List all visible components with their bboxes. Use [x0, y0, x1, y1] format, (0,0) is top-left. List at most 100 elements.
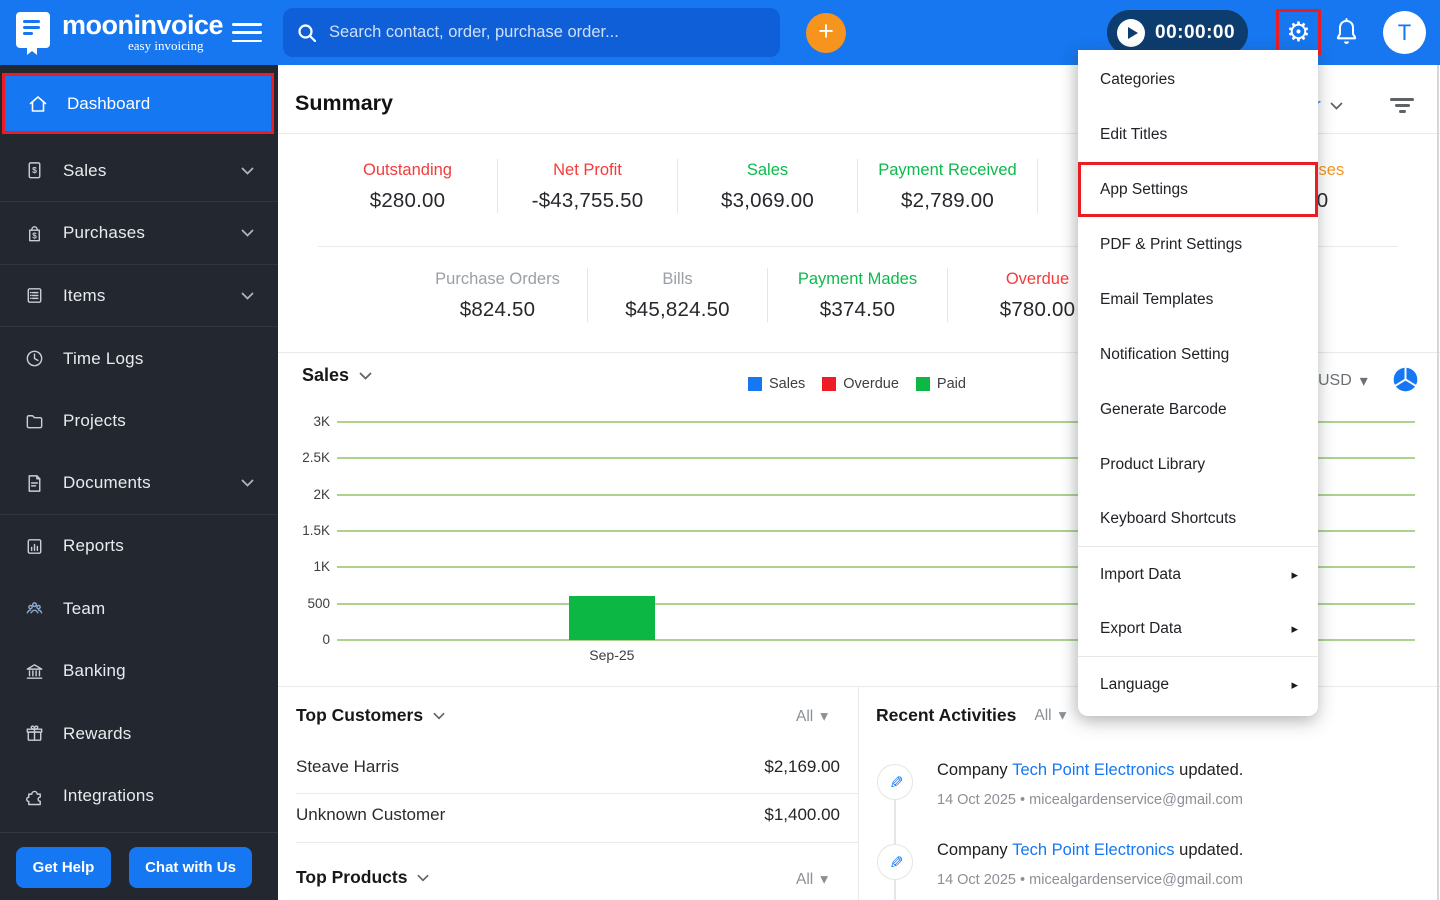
settings-gear-highlight-box[interactable]: ⚙	[1276, 9, 1321, 55]
stat-payment-received: Payment Received $2,789.00	[858, 159, 1038, 213]
sidebar-item-projects[interactable]: Projects	[0, 390, 278, 452]
sidebar-item-banking[interactable]: Banking	[0, 640, 278, 702]
plus-icon: +	[818, 16, 834, 46]
chevron-down-icon	[1330, 102, 1343, 110]
menu-item-app-settings[interactable]: App Settings	[1078, 162, 1318, 217]
brand-name: mooninvoice	[62, 10, 224, 40]
sales-chart-title: Sales	[302, 365, 350, 385]
brand-logo[interactable]: mooninvoice easy invoicing	[14, 10, 224, 56]
paid-bar	[568, 595, 655, 640]
sidebar-item-purchases[interactable]: $ Purchases	[0, 203, 278, 265]
notifications-bell-icon[interactable]	[1333, 17, 1360, 47]
customer-row[interactable]: Unknown Customer $1,400.00	[296, 805, 840, 825]
menu-item-edit-titles[interactable]: Edit Titles	[1078, 107, 1318, 162]
search-input[interactable]	[329, 23, 749, 42]
play-icon	[1117, 18, 1145, 47]
sidebar-item-rewards[interactable]: Rewards	[0, 703, 278, 765]
activity-company-link[interactable]: Tech Point Electronics	[1012, 841, 1174, 859]
stat-net-profit: Net Profit -$43,755.50	[498, 159, 678, 213]
y-tick-label: 0	[322, 632, 330, 647]
clock-icon	[26, 350, 43, 367]
sidebar-item-documents[interactable]: Documents	[0, 453, 278, 515]
menu-item-language[interactable]: Language ▸	[1078, 657, 1318, 712]
y-tick-label: 500	[307, 595, 330, 611]
activity-meta: 14 Oct 2025 • micealgardenservice@gmail.…	[937, 792, 1243, 808]
customer-row[interactable]: Steave Harris $2,169.00	[296, 757, 840, 777]
sidebar-footer: Get Help Chat with Us	[0, 832, 278, 900]
currency-value: USD	[1318, 372, 1352, 389]
timer-widget[interactable]: 00:00:00	[1107, 10, 1248, 55]
get-help-button[interactable]: Get Help	[16, 847, 111, 888]
user-avatar[interactable]: T	[1383, 11, 1426, 54]
reports-chart-icon	[27, 538, 42, 554]
legend-item-sales: Sales	[748, 376, 805, 392]
menu-item-categories[interactable]: Categories	[1078, 52, 1318, 107]
top-products-title-dropdown[interactable]: Top Products	[296, 867, 429, 888]
menu-item-notification-setting[interactable]: Notification Setting	[1078, 327, 1318, 382]
sidebar-item-dashboard[interactable]: Dashboard	[2, 73, 274, 134]
sidebar-item-label: Dashboard	[67, 93, 151, 113]
stat-purchase-orders: Purchase Orders $824.50	[408, 268, 588, 322]
recent-activities-header: Recent Activities All ▾	[876, 705, 1066, 726]
submenu-arrow-icon: ▸	[1291, 621, 1298, 636]
app-window: mooninvoice easy invoicing + 00:00:00 ⚙	[0, 0, 1440, 900]
pencil-icon: ✎	[886, 774, 905, 790]
sidebar-item-sales[interactable]: $ Sales	[0, 140, 278, 202]
top-products-filter[interactable]: All ▾	[796, 870, 828, 889]
stat-bills: Bills $45,824.50	[588, 268, 768, 322]
recent-activities-filter[interactable]: All ▾	[1034, 706, 1066, 725]
menu-item-keyboard-shortcuts[interactable]: Keyboard Shortcuts	[1078, 492, 1318, 547]
sidebar-item-reports[interactable]: Reports	[0, 515, 278, 577]
page-right-edge	[1437, 65, 1439, 900]
pie-chart-toggle-icon[interactable]	[1392, 366, 1419, 393]
menu-item-email-templates[interactable]: Email Templates	[1078, 272, 1318, 327]
bullet-icon: •	[1020, 872, 1026, 888]
quick-add-button[interactable]: +	[806, 13, 846, 53]
customer-name: Steave Harris	[296, 757, 399, 776]
chevron-down-icon	[241, 229, 254, 237]
sidebar-item-time-logs[interactable]: Time Logs	[0, 328, 278, 390]
chevron-down-icon	[433, 712, 445, 719]
stat-payment-mades: Payment Mades $374.50	[768, 268, 948, 322]
gift-icon	[26, 725, 43, 741]
recent-activities-title: Recent Activities	[876, 705, 1017, 725]
sidebar-item-items[interactable]: Items	[0, 265, 278, 327]
sidebar-item-team[interactable]: Team	[0, 578, 278, 640]
global-search	[283, 8, 780, 57]
customer-name: Unknown Customer	[296, 805, 446, 824]
sidebar-nav: Dashboard $ Sales $ Purchases Items Time…	[0, 65, 278, 900]
search-icon	[298, 23, 317, 42]
folder-icon	[26, 414, 43, 428]
hamburger-menu-icon[interactable]	[232, 23, 262, 42]
filter-icon[interactable]	[1390, 98, 1414, 114]
menu-item-product-library[interactable]: Product Library	[1078, 437, 1318, 492]
activity-edit-icon: ✎	[877, 844, 913, 880]
menu-item-import-data[interactable]: Import Data ▸	[1078, 547, 1318, 602]
menu-item-pdf-print-settings[interactable]: PDF & Print Settings	[1078, 217, 1318, 272]
svg-text:$: $	[32, 165, 37, 175]
gear-icon: ⚙	[1286, 16, 1311, 47]
menu-item-generate-barcode[interactable]: Generate Barcode	[1078, 382, 1318, 437]
customer-amount: $2,169.00	[764, 757, 840, 776]
y-tick-label: 1K	[313, 559, 330, 575]
chat-with-us-button[interactable]: Chat with Us	[129, 847, 252, 888]
currency-selector[interactable]: USD ▾	[1318, 371, 1368, 391]
activity-text: Company Tech Point Electronics updated.	[937, 841, 1244, 859]
top-customers-filter[interactable]: All ▾	[796, 707, 828, 726]
menu-item-export-data[interactable]: Export Data ▸	[1078, 602, 1318, 657]
activity-company-link[interactable]: Tech Point Electronics	[1012, 761, 1174, 779]
caret-down-icon: ▾	[820, 708, 829, 725]
submenu-arrow-icon: ▸	[1291, 566, 1298, 582]
svg-text:$: $	[32, 231, 37, 240]
chevron-down-icon	[241, 167, 254, 175]
y-tick-label: 1.5K	[302, 523, 330, 538]
purchases-bag-icon: $	[29, 225, 40, 241]
chevron-down-icon	[359, 372, 372, 380]
top-customers-title-dropdown[interactable]: Top Customers	[296, 705, 445, 726]
pencil-icon: ✎	[886, 854, 905, 870]
stat-sales: Sales $3,069.00	[678, 159, 858, 213]
sidebar-item-integrations[interactable]: Integrations	[0, 765, 278, 827]
sales-chart-title-dropdown[interactable]: Sales	[302, 365, 372, 386]
items-list-icon	[27, 288, 42, 303]
legend-item-overdue: Overdue	[822, 376, 899, 392]
